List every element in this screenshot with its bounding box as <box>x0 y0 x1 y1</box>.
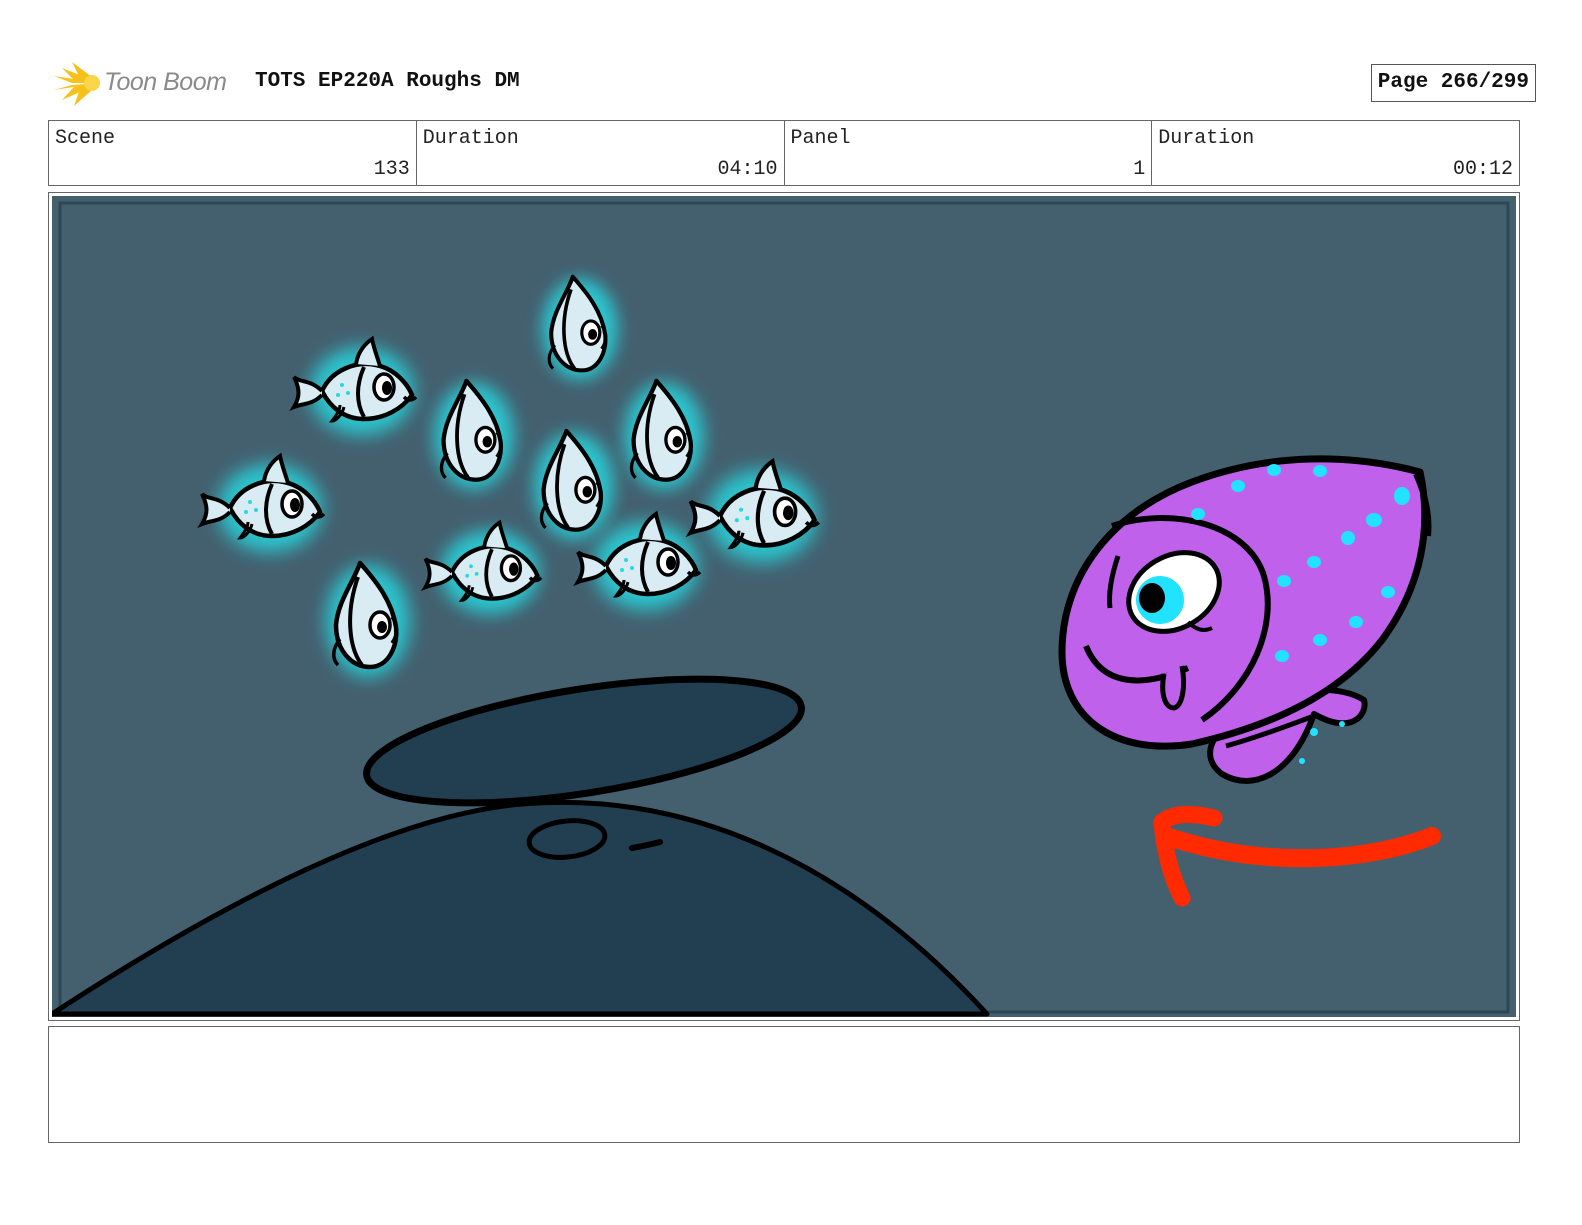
document-title: TOTS EP220A Roughs DM <box>255 70 520 93</box>
scene-value: 133 <box>373 158 410 181</box>
panel-duration-label: Duration <box>1158 127 1255 150</box>
scene-duration-cell: Duration 04:10 <box>417 121 785 185</box>
scene-label: Scene <box>55 127 116 150</box>
page-number: Page 266/299 <box>1370 64 1536 102</box>
scene-info-table: Scene 133 Duration 04:10 Panel 1 Duratio… <box>48 120 1520 186</box>
page-header: Toon Boom TOTS EP220A Roughs DM Page 266… <box>48 56 1536 110</box>
panel-duration-cell: Duration 00:12 <box>1152 121 1519 185</box>
panel-label: Panel <box>790 127 851 150</box>
panel-duration-value: 00:12 <box>1452 158 1513 181</box>
storyboard-panel <box>48 192 1520 1021</box>
scene-duration-value: 04:10 <box>717 158 778 181</box>
panel-value: 1 <box>1133 158 1146 181</box>
panel-notes <box>48 1026 1520 1143</box>
scene-cell: Scene 133 <box>49 121 417 185</box>
starburst-logo-icon <box>54 62 100 106</box>
logo-text: Toon Boom <box>104 68 227 96</box>
panel-cell: Panel 1 <box>785 121 1153 185</box>
panel-drawing <box>52 196 1516 1017</box>
scene-duration-label: Duration <box>422 127 519 150</box>
toon-boom-logo: Toon Boom <box>50 58 250 108</box>
